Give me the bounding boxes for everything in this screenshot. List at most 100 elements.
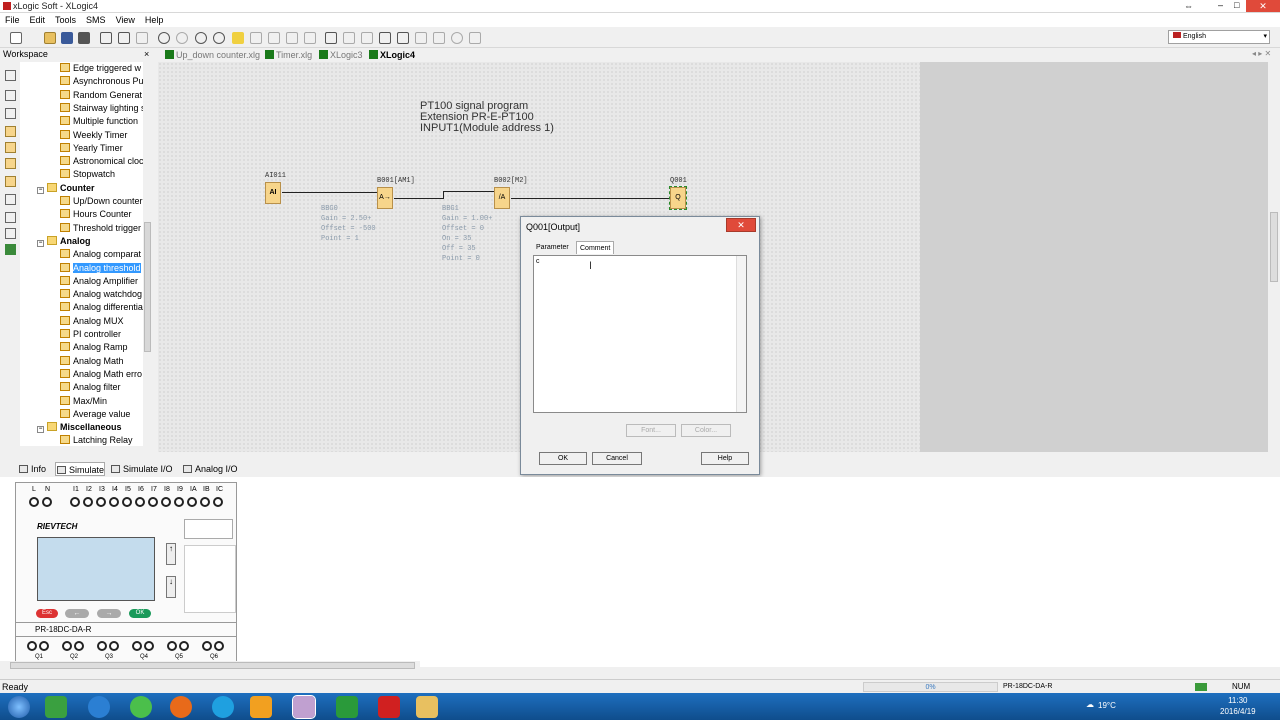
workspace-close-icon[interactable]: × [144, 48, 149, 61]
run-icon[interactable] [343, 32, 355, 44]
tree-item[interactable]: Analog watchdog [60, 288, 142, 301]
firefox-icon[interactable] [170, 696, 192, 718]
block-q001[interactable]: Q [669, 186, 687, 210]
an-block-icon[interactable] [5, 176, 16, 187]
menu-file[interactable]: File [0, 13, 25, 27]
copy-tool-icon[interactable] [5, 70, 16, 81]
block-b002[interactable]: /A [494, 187, 510, 209]
tab-simulate[interactable]: Simulate [55, 462, 106, 476]
language-select[interactable]: English ▾ [1168, 30, 1270, 44]
paste-icon[interactable] [136, 32, 148, 44]
restore-icon[interactable]: ⇔ [1184, 1, 1193, 11]
help-button[interactable]: Help [701, 452, 749, 465]
browser-icon[interactable] [130, 696, 152, 718]
cut-wire-icon[interactable] [5, 212, 16, 223]
chat-icon[interactable] [336, 696, 358, 718]
canvas-vertical-scrollbar[interactable] [1268, 62, 1280, 452]
menu-edit[interactable]: Edit [25, 13, 51, 27]
tree-scrollbar[interactable] [143, 62, 152, 446]
tree-item[interactable]: Multiple function [60, 115, 138, 128]
stop-icon[interactable] [361, 32, 373, 44]
tree-item[interactable]: Asynchronous Pul [60, 75, 146, 88]
tree-item[interactable]: Analog MUX [60, 315, 124, 328]
close-button[interactable]: ✕ [1246, 0, 1280, 12]
save-icon[interactable] [61, 32, 73, 44]
monitor-icon[interactable] [415, 32, 427, 44]
menu-help[interactable]: Help [140, 13, 169, 27]
tree-item[interactable]: Threshold trigger [60, 222, 141, 235]
tree-item[interactable]: Analog Ramp [60, 341, 128, 354]
tree-item[interactable]: Analog filter [60, 381, 121, 394]
font-button[interactable]: Font... [626, 424, 676, 437]
collapse-icon[interactable]: − [37, 239, 44, 247]
tree-folder[interactable]: − Analog [37, 235, 91, 248]
start-button[interactable] [8, 696, 30, 718]
undo-icon[interactable] [158, 32, 170, 44]
menu-tools[interactable]: Tools [50, 13, 81, 27]
tree-folder[interactable]: − Miscellaneous [37, 421, 122, 434]
tab-xlogic3[interactable]: XLogic3 [316, 48, 363, 62]
tree-item[interactable]: Analog comparat [60, 248, 141, 261]
scroll-thumb[interactable] [1270, 212, 1278, 282]
pointer-tool-icon[interactable] [5, 90, 16, 101]
zoom-out-icon[interactable] [213, 32, 225, 44]
maximize-button[interactable]: □ [1234, 0, 1239, 10]
text-tool-icon[interactable] [5, 194, 16, 205]
connect-tool-icon[interactable] [5, 108, 16, 119]
skype-icon[interactable] [212, 696, 234, 718]
app-taskbar-icon[interactable] [45, 696, 67, 718]
tab-scroll-arrows[interactable]: ◂ ▸ ✕ [1252, 49, 1271, 58]
tree-item[interactable]: Stairway lighting s [60, 102, 146, 115]
tree-item[interactable]: Analog Amplifier [60, 275, 138, 288]
color-button[interactable]: Color... [681, 424, 731, 437]
redo-icon[interactable] [176, 32, 188, 44]
sim-scroll-thumb[interactable] [10, 662, 415, 669]
gf-block-icon[interactable] [5, 142, 16, 153]
tree-item[interactable]: Stopwatch [60, 168, 115, 181]
folder-icon[interactable] [416, 696, 438, 718]
tab-analog-io[interactable]: Analog I/O [182, 462, 238, 476]
tab-up-down-counter[interactable]: Up_down counter.xlg [162, 48, 260, 62]
tree-item[interactable]: Analog Math erro [60, 368, 142, 381]
tree-item[interactable]: Weekly Timer [60, 129, 127, 142]
tree-item[interactable]: Latching Relay [60, 434, 133, 446]
co-block-icon[interactable] [5, 126, 16, 137]
xlogic-taskbar-icon[interactable] [292, 695, 316, 719]
line-tool-icon[interactable] [5, 228, 16, 239]
save-all-icon[interactable] [78, 32, 90, 44]
tab-timer[interactable]: Timer.xlg [262, 48, 312, 62]
left-button[interactable]: ← [65, 609, 89, 618]
right-button[interactable]: → [97, 609, 121, 618]
app-icon-3[interactable] [378, 696, 400, 718]
arrow-down-button[interactable]: ↓ [166, 576, 176, 598]
collapse-icon[interactable]: − [37, 426, 44, 434]
cancel-button[interactable]: Cancel [592, 452, 642, 465]
dialog-close-button[interactable]: ✕ [726, 218, 756, 232]
ok-button[interactable]: OK [539, 452, 587, 465]
esc-button[interactable]: Esc [36, 609, 58, 618]
collapse-icon[interactable]: − [37, 186, 44, 194]
upload-icon[interactable] [379, 32, 391, 44]
download-icon[interactable] [397, 32, 409, 44]
clock[interactable]: 11:30 2016/4/19 [1220, 695, 1256, 717]
tree-item[interactable]: Hours Counter [60, 208, 132, 221]
menu-sms[interactable]: SMS [81, 13, 111, 27]
minimize-button[interactable]: – [1218, 0, 1223, 10]
tree-item[interactable]: Max/Min [60, 395, 107, 408]
tree-item[interactable]: Analog Math [60, 355, 124, 368]
align-center-icon[interactable] [268, 32, 280, 44]
module-icon[interactable] [433, 32, 445, 44]
tab-info[interactable]: Info [18, 462, 46, 476]
comm-icon[interactable] [469, 32, 481, 44]
tree-item[interactable]: Random Generat [60, 89, 142, 102]
block-b001[interactable]: A→ [377, 187, 393, 209]
copy-icon[interactable] [118, 32, 130, 44]
tree-item[interactable]: Up/Down counter [60, 195, 143, 208]
arrow-up-button[interactable]: ↑ [166, 543, 176, 565]
new-icon[interactable] [10, 32, 22, 44]
tree-item[interactable]: Edge triggered w [60, 62, 141, 75]
tab-parameter[interactable]: Parameter [533, 241, 572, 254]
menu-view[interactable]: View [111, 13, 140, 27]
tree-item[interactable]: Analog threshold [60, 262, 141, 275]
tree-item[interactable]: Average value [60, 408, 130, 421]
